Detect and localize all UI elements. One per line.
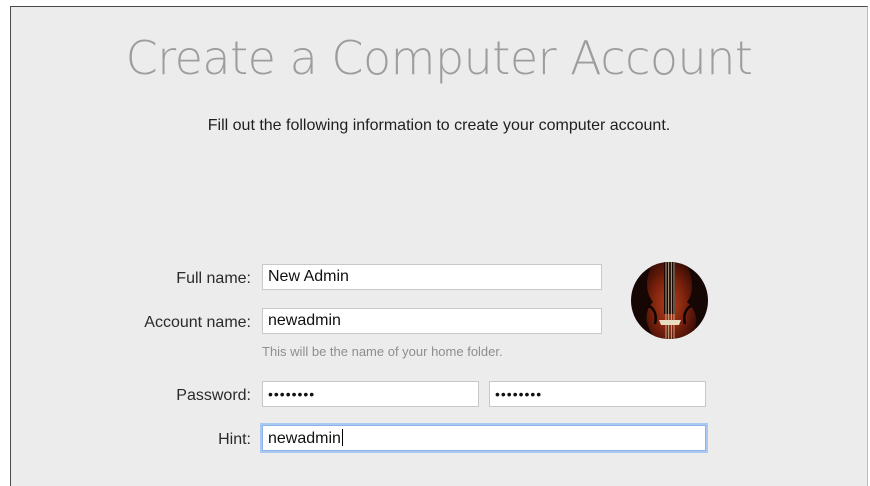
- page-title: Create a Computer Account: [125, 31, 753, 85]
- text-cursor: [341, 429, 343, 446]
- hint-label: Hint:: [218, 431, 251, 448]
- account-name-field[interactable]: newadmin: [262, 308, 602, 334]
- password-field[interactable]: ••••••••: [262, 381, 479, 407]
- violin-icon: [631, 262, 708, 339]
- verify-password-field[interactable]: ••••••••: [489, 381, 706, 407]
- account-name-value: newadmin: [268, 312, 341, 329]
- setup-window: Create a Computer Account Fill out the f…: [10, 6, 868, 486]
- hint-value: newadmin: [268, 430, 341, 447]
- full-name-label: Full name:: [176, 270, 251, 287]
- password-value: ••••••••: [268, 386, 316, 402]
- full-name-field[interactable]: New Admin: [262, 264, 602, 290]
- password-label: Password:: [176, 387, 251, 404]
- page-subtitle: Fill out the following information to cr…: [207, 117, 671, 134]
- account-name-help: This will be the name of your home folde…: [262, 344, 503, 359]
- hint-field[interactable]: newadmin: [262, 425, 706, 451]
- account-name-label: Account name:: [144, 314, 251, 331]
- user-picture-button[interactable]: [631, 262, 708, 339]
- full-name-value: New Admin: [268, 268, 349, 285]
- verify-password-value: ••••••••: [495, 386, 543, 402]
